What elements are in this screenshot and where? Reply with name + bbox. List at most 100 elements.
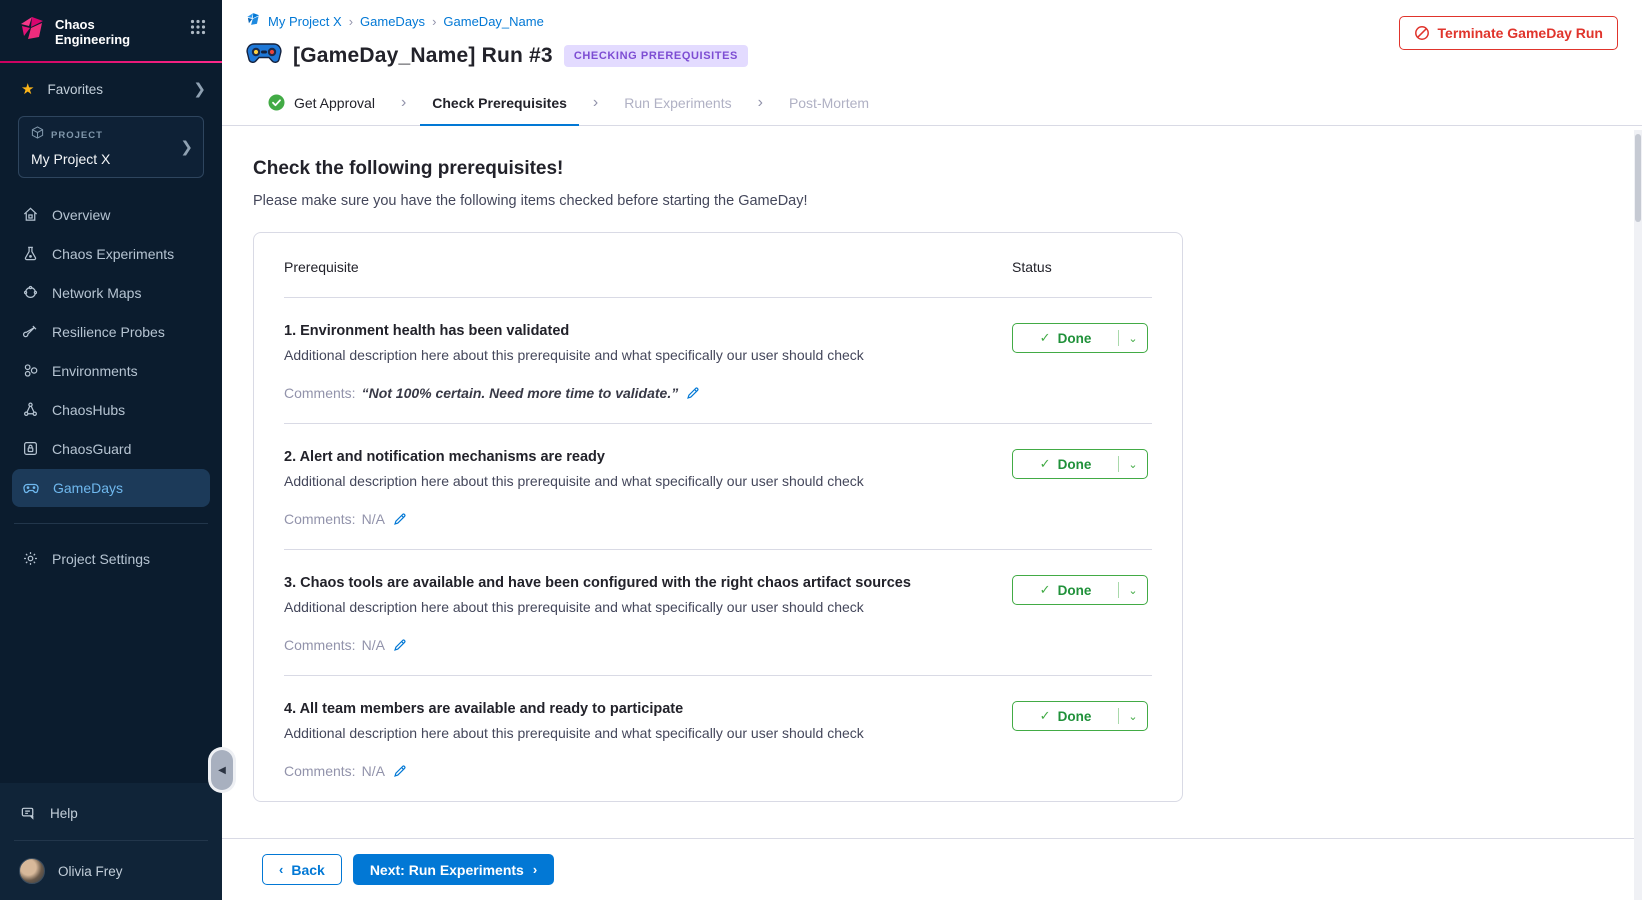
edit-comment-icon[interactable] [686,386,700,400]
chevron-down-icon[interactable]: ⌄ [1119,710,1147,723]
status-done-button[interactable]: ✓Done ⌄ [1012,449,1148,479]
sidebar-item-chaosguard[interactable]: ChaosGuard [12,430,210,467]
sidebar-item-overview[interactable]: Overview [12,196,210,233]
step-post-mortem[interactable]: Post-Mortem [777,80,881,125]
status-cell: ✓ Done ⌄ [1012,323,1152,407]
sidebar-bottom: Help Olivia Frey [0,783,222,900]
comments-line: Comments: “Not 100% certain. Need more t… [284,385,1012,407]
sidebar-item-label: Resilience Probes [52,324,165,340]
comment-text: “Not 100% certain. Need more time to val… [362,385,679,401]
sidebar-item-label: GameDays [53,480,123,496]
comments-label: Comments: [284,385,356,401]
project-name: My Project X [31,151,193,167]
step-label: Run Experiments [624,95,731,111]
prerequisite-title: 4. All team members are available and re… [284,701,1012,717]
user-name: Olivia Frey [58,864,123,879]
step-label: Get Approval [294,95,375,111]
project-selector[interactable]: PROJECT My Project X ❯ [18,116,204,178]
table-row: 3. Chaos tools are available and have be… [284,550,1152,676]
sidebar-item-chaoshubs[interactable]: ChaosHubs [12,391,210,428]
table-header: Prerequisite Status [284,259,1152,298]
favorites-label: Favorites [47,82,103,97]
scrollbar-thumb[interactable] [1635,134,1641,222]
status-label: Done [1058,331,1092,346]
check-icon: ✓ [1040,330,1051,346]
column-header-prerequisite: Prerequisite [284,259,1012,275]
prerequisite-cell: 2. Alert and notification mechanisms are… [284,449,1012,533]
check-icon: ✓ [1040,456,1051,472]
back-button[interactable]: ‹ Back [262,854,342,885]
sidebar-item-project-settings[interactable]: Project Settings [12,540,210,577]
table-row: 1. Environment health has been validated… [284,298,1152,424]
breadcrumb-link-gamedays[interactable]: GameDays [360,14,425,29]
table-row: 2. Alert and notification mechanisms are… [284,424,1152,550]
brand-title: Chaos Engineering [55,17,147,48]
chevron-down-icon[interactable]: ⌄ [1119,458,1147,471]
vertical-scrollbar[interactable] [1634,130,1642,900]
terminate-label: Terminate GameDay Run [1438,25,1603,41]
status-done-button[interactable]: ✓Done ⌄ [1012,701,1148,731]
help-chat-icon [20,805,37,822]
check-circle-icon [268,94,285,111]
breadcrumb-link-project[interactable]: My Project X [268,14,342,29]
star-icon: ★ [21,80,34,98]
user-menu[interactable]: Olivia Frey [0,847,222,900]
chaos-engineering-logo-icon [19,15,46,48]
probe-icon [22,323,39,340]
project-label: PROJECT [51,130,103,141]
status-done-button[interactable]: ✓Done ⌄ [1012,575,1148,605]
sidebar-nav: Overview Chaos Experiments Network Maps … [0,194,222,509]
gameday-gamepad-icon [246,41,282,70]
status-cell: ✓Done ⌄ [1012,701,1152,785]
breadcrumb-link-gameday-name[interactable]: GameDay_Name [443,14,543,29]
prerequisite-title: 2. Alert and notification mechanisms are… [284,449,1012,465]
favorites-row[interactable]: ★ Favorites ❯ [0,63,222,102]
help-button[interactable]: Help [0,793,222,834]
comment-text: N/A [362,763,385,779]
step-check-prerequisites[interactable]: Check Prerequisites [420,80,579,125]
sidebar-item-resilience-probes[interactable]: Resilience Probes [12,313,210,350]
status-done-button[interactable]: ✓ Done ⌄ [1012,323,1148,353]
breadcrumb-module-icon [246,12,261,30]
comments-line: Comments: N/A [284,637,1012,659]
step-label: Post-Mortem [789,95,869,111]
sidebar-item-environments[interactable]: Environments [12,352,210,389]
comment-text: N/A [362,637,385,653]
edit-comment-icon[interactable] [393,512,407,526]
status-badge: CHECKING PREREQUISITES [564,45,748,67]
edit-comment-icon[interactable] [393,638,407,652]
network-circle-icon [22,284,39,301]
sidebar-collapse-handle[interactable]: ◀ [211,750,233,790]
chevron-down-icon[interactable]: ⌄ [1119,332,1147,345]
sidebar-item-label: Environments [52,363,138,379]
step-get-approval[interactable]: Get Approval [256,80,387,125]
chevron-right-icon: ❯ [193,80,206,98]
chevron-left-icon: ‹ [279,862,283,877]
next-label: Next: Run Experiments [370,862,524,878]
edit-comment-icon[interactable] [393,764,407,778]
sidebar-item-chaos-experiments[interactable]: Chaos Experiments [12,235,210,272]
gamepad-icon [22,479,40,497]
module-grid-icon[interactable] [190,19,206,40]
terminate-gameday-button[interactable]: Terminate GameDay Run [1399,16,1618,50]
status-cell: ✓Done ⌄ [1012,575,1152,659]
page-title: [GameDay_Name] Run #3 [293,44,553,68]
sidebar-item-label: Network Maps [52,285,141,301]
prerequisite-description: Additional description here about this p… [284,473,1012,489]
next-run-experiments-button[interactable]: Next: Run Experiments › [353,854,554,885]
sidebar-item-label: Project Settings [52,551,150,567]
content-heading: Check the following prerequisites! [253,158,1642,180]
chevron-down-icon[interactable]: ⌄ [1119,584,1147,597]
prerequisite-description: Additional description here about this p… [284,347,1012,363]
step-run-experiments[interactable]: Run Experiments [612,80,743,125]
sidebar-item-network-maps[interactable]: Network Maps [12,274,210,311]
chevron-right-icon: › [533,862,537,877]
chevron-right-icon: ❯ [180,138,193,156]
stepper: Get Approval › Check Prerequisites › Run… [222,80,1642,126]
prerequisite-description: Additional description here about this p… [284,599,1012,615]
comments-label: Comments: [284,763,356,779]
status-cell: ✓Done ⌄ [1012,449,1152,533]
prerequisite-title: 1. Environment health has been validated [284,323,1012,339]
sidebar: Chaos Engineering ★ Favorites ❯ [0,0,222,900]
sidebar-item-gamedays[interactable]: GameDays [12,469,210,507]
